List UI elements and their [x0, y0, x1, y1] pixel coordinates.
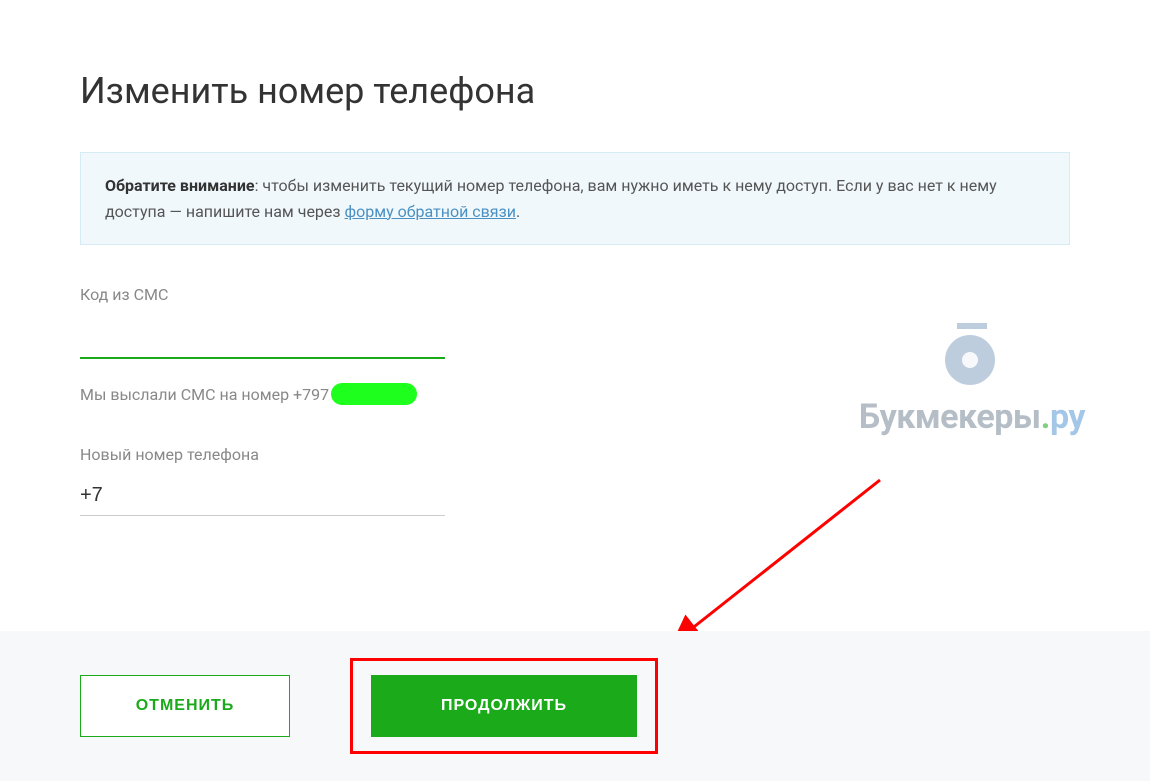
page-title: Изменить номер телефона [80, 70, 1070, 112]
notice-box: Обратите внимание: чтобы изменить текущи… [80, 152, 1070, 245]
sms-code-field-group: Код из СМС [80, 285, 1070, 359]
continue-highlight-box: ПРОДОЛЖИТЬ [350, 658, 658, 754]
notice-text-2: . [516, 202, 520, 221]
continue-button[interactable]: ПРОДОЛЖИТЬ [371, 675, 637, 737]
cancel-button[interactable]: ОТМЕНИТЬ [80, 675, 290, 737]
new-phone-input[interactable] [80, 476, 445, 516]
sms-sent-info: Мы выслали СМС на номер +797 [80, 383, 1070, 405]
phone-redacted-mask [331, 383, 417, 405]
new-phone-field-group: Новый номер телефона [80, 445, 1070, 516]
feedback-form-link[interactable]: форму обратной связи [345, 202, 516, 221]
new-phone-label: Новый номер телефона [80, 445, 1070, 464]
notice-strong: Обратите внимание [105, 176, 255, 195]
sms-sent-prefix: Мы выслали СМС на номер +797 [80, 385, 329, 404]
sms-code-input[interactable] [80, 316, 445, 359]
footer-action-bar: ОТМЕНИТЬ ПРОДОЛЖИТЬ [0, 631, 1150, 781]
sms-code-label: Код из СМС [80, 285, 1070, 304]
